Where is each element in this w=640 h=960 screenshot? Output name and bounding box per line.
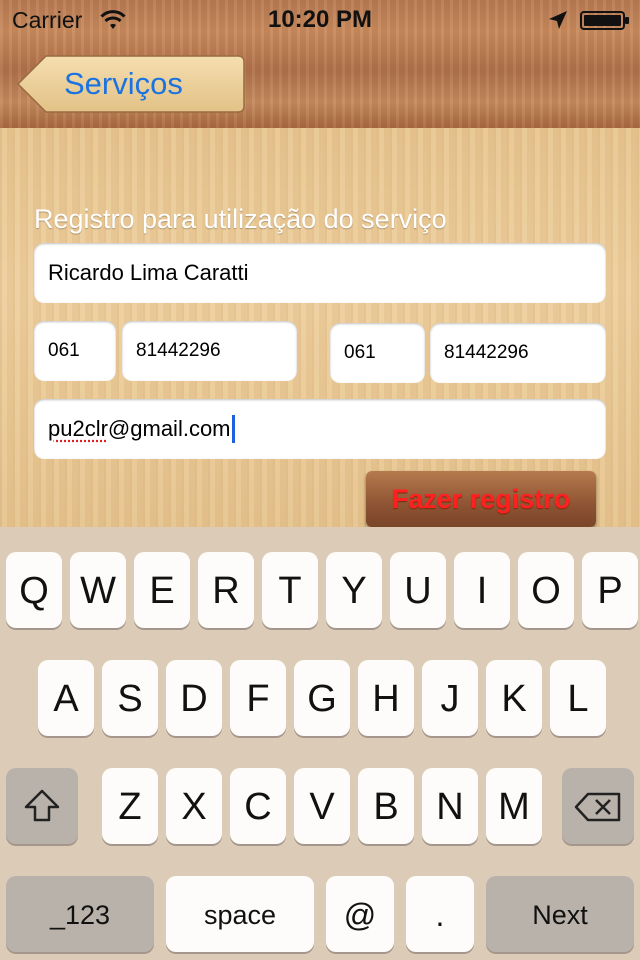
form-title: Registro para utilização do serviço	[34, 204, 447, 234]
at-key[interactable]: @	[326, 876, 394, 952]
clock: 10:20 PM	[267, 6, 373, 33]
numbers-key[interactable]: _123	[6, 876, 154, 952]
key-h[interactable]: H	[358, 660, 414, 736]
email-suffix: @gmail.com	[107, 416, 231, 441]
key-s[interactable]: S	[102, 660, 158, 736]
delete-key[interactable]	[562, 768, 634, 844]
key-q[interactable]: Q	[6, 552, 62, 628]
key-l[interactable]: L	[550, 660, 606, 736]
backspace-icon	[574, 792, 621, 822]
navigation-bar: Carrier 10:20 PM Serviços	[0, 0, 640, 128]
key-k[interactable]: K	[486, 660, 542, 736]
key-x[interactable]: X	[166, 768, 222, 844]
key-u[interactable]: U	[390, 552, 446, 628]
name-value: Ricardo Lima Caratti	[48, 260, 249, 285]
key-o[interactable]: O	[518, 552, 574, 628]
text-cursor	[231, 415, 235, 443]
key-v[interactable]: V	[294, 768, 350, 844]
key-n[interactable]: N	[422, 768, 478, 844]
register-button[interactable]: Fazer registro	[366, 471, 596, 527]
dot-key[interactable]: .	[406, 876, 474, 952]
phone-value-1: 81442296	[136, 340, 221, 361]
key-b[interactable]: B	[358, 768, 414, 844]
back-button-label: Serviços	[64, 66, 183, 101]
area-code-value-1: 061	[48, 340, 80, 361]
key-z[interactable]: Z	[102, 768, 158, 844]
key-d[interactable]: D	[166, 660, 222, 736]
phone-value-2: 81442296	[444, 342, 529, 363]
email-field[interactable]: pu2clr @gmail.com	[34, 399, 606, 459]
back-button[interactable]: Serviços	[16, 54, 246, 114]
registration-form: Registro para utilização do serviço Rica…	[0, 128, 640, 527]
name-field[interactable]: Ricardo Lima Caratti	[34, 243, 606, 303]
area-code-value-2: 061	[344, 342, 376, 363]
next-key[interactable]: Next	[486, 876, 634, 952]
key-g[interactable]: G	[294, 660, 350, 736]
key-w[interactable]: W	[70, 552, 126, 628]
phone-field-2[interactable]: 81442296	[430, 323, 606, 383]
shift-icon	[24, 789, 60, 822]
key-c[interactable]: C	[230, 768, 286, 844]
phone-field-1[interactable]: 81442296	[122, 321, 297, 381]
key-e[interactable]: E	[134, 552, 190, 628]
battery-icon	[580, 11, 629, 30]
email-prefix: pu2clr	[48, 416, 108, 441]
key-j[interactable]: J	[422, 660, 478, 736]
key-i[interactable]: I	[454, 552, 510, 628]
area-code-field-1[interactable]: 061	[34, 321, 116, 381]
key-m[interactable]: M	[486, 768, 542, 844]
key-y[interactable]: Y	[326, 552, 382, 628]
key-r[interactable]: R	[198, 552, 254, 628]
shift-key[interactable]	[6, 768, 78, 844]
area-code-field-2[interactable]: 061	[330, 323, 425, 383]
keyboard: Q W E R T Y U I O P A S D F G H J K L Z …	[0, 527, 640, 960]
location-arrow-icon	[549, 11, 567, 29]
key-t[interactable]: T	[262, 552, 318, 628]
space-key[interactable]: space	[166, 876, 314, 952]
key-p[interactable]: P	[582, 552, 638, 628]
status-bar: Carrier 10:20 PM	[0, 0, 640, 40]
key-f[interactable]: F	[230, 660, 286, 736]
key-a[interactable]: A	[38, 660, 94, 736]
